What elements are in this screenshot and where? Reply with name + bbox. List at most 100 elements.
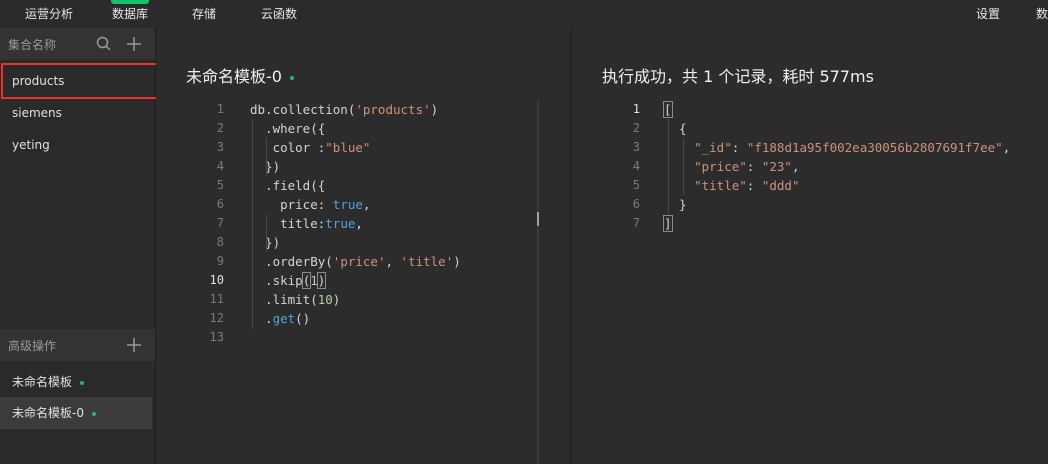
code-line: ]	[663, 214, 673, 233]
code-line: price: true,	[250, 195, 370, 214]
line-number: 9	[216, 254, 224, 268]
line-number: 6	[216, 197, 224, 211]
search-icon[interactable]	[95, 35, 113, 53]
code-line: db.collection('products')	[250, 100, 438, 119]
code-line: [	[663, 100, 673, 119]
line-number: 2	[632, 121, 640, 135]
line-number: 4	[216, 159, 224, 173]
line-number: 6	[632, 197, 640, 211]
code-token: .	[250, 311, 273, 326]
code-token: price:	[250, 197, 333, 212]
code-token: 'price'	[332, 254, 386, 269]
advanced-title: 高级操作	[8, 339, 57, 353]
editor-scrollbar[interactable]	[537, 100, 539, 464]
code-token: title:	[250, 216, 326, 231]
nav-settings[interactable]: 设置	[968, 0, 1008, 28]
code-token: "price"	[694, 159, 747, 174]
code-token: 1	[310, 273, 318, 288]
code-token: true	[332, 197, 363, 212]
code-token: .where({	[250, 121, 326, 136]
code-line: .limit(10)	[250, 290, 340, 309]
template-title: 未命名模板-0	[186, 67, 282, 86]
code-token: true	[325, 216, 356, 231]
result-pane: 执行成功，共 1 个记录，耗时 577ms 1[2 {3 "_id": "f18…	[572, 28, 1048, 464]
code-token: ]	[663, 215, 673, 232]
line-number: 1	[632, 102, 640, 116]
result-title: 执行成功，共 1 个记录，耗时 577ms	[602, 67, 874, 86]
nav-database[interactable]: 数据库	[104, 0, 156, 28]
line-number: 7	[632, 216, 640, 230]
query-editor-pane: 未命名模板-0 1 db.collection('products') 2 .whe…	[156, 28, 570, 464]
line-number: 10	[209, 273, 224, 287]
code-line: "price": "23",	[664, 157, 799, 176]
line-number: 5	[216, 178, 224, 192]
plus-icon[interactable]	[125, 35, 143, 53]
code-line: .skip(1)	[250, 271, 327, 290]
collection-item-products[interactable]: products	[0, 65, 152, 97]
nav-cloud-functions[interactable]: 云函数	[254, 0, 304, 28]
indent-guide	[683, 138, 684, 195]
code-token: :	[746, 178, 762, 193]
code-token: "blue"	[325, 140, 371, 155]
indent-guide	[668, 119, 669, 214]
advanced-header: 高级操作	[0, 329, 155, 361]
cursor-marker	[537, 212, 539, 226]
collections-header: 集合名称	[0, 28, 155, 60]
template-label: 未命名模板-0	[12, 406, 84, 420]
line-number: 13	[209, 330, 224, 344]
line-number: 2	[216, 121, 224, 135]
code-token: "f188d1a95f002ea30056b2807691f7ee"	[746, 140, 1003, 155]
top-nav: 运营分析 数据库 存储 云函数 设置 数	[0, 0, 1048, 29]
nav-analytics[interactable]: 运营分析	[18, 0, 80, 28]
code-token: .limit(	[250, 292, 318, 307]
code-token: )	[453, 254, 461, 269]
code-token: "ddd"	[761, 178, 800, 193]
template-item-selected[interactable]: 未命名模板-0	[0, 397, 152, 429]
code-line: color :"blue"	[250, 138, 371, 157]
nav-more[interactable]: 数	[1036, 0, 1048, 28]
code-line: .where({	[250, 119, 325, 138]
code-token: ,	[385, 254, 401, 269]
code-token: )	[316, 272, 327, 289]
code-token: )	[430, 102, 439, 117]
line-number: 1	[216, 102, 224, 116]
code-line: .field({	[250, 176, 325, 195]
code-token: .orderBy(	[250, 254, 333, 269]
code-token: get	[272, 311, 296, 326]
code-token: "title"	[694, 178, 747, 193]
code-token: ,	[1002, 140, 1011, 155]
code-token: db.collection(	[250, 102, 356, 117]
code-token: color :	[250, 140, 326, 155]
code-token: )	[332, 292, 341, 307]
status-dot	[80, 380, 85, 385]
template-item[interactable]: 未命名模板	[0, 366, 152, 398]
line-number: 3	[632, 140, 640, 154]
sidebar: 集合名称 products siemens yeting 高级操作 未命名模板 …	[0, 28, 156, 464]
code-token: :	[746, 159, 762, 174]
code-line: "_id": "f188d1a95f002ea30056b2807691f7ee…	[664, 138, 1010, 157]
code-token: "_id"	[694, 140, 732, 155]
indent-guide	[252, 119, 253, 329]
code-line: "title": "ddd"	[664, 176, 800, 195]
code-token: .field({	[250, 178, 326, 193]
nav-storage[interactable]: 存储	[184, 0, 224, 28]
collection-item-siemens[interactable]: siemens	[0, 97, 152, 129]
code-token: 'products'	[355, 102, 431, 117]
line-number: 7	[216, 216, 224, 230]
code-token: [	[663, 101, 673, 118]
code-line: .get()	[250, 309, 310, 328]
code-token: ,	[355, 216, 363, 231]
line-number: 11	[209, 292, 224, 306]
plus-icon[interactable]	[125, 336, 143, 354]
collection-item-yeting[interactable]: yeting	[0, 129, 152, 161]
collections-title: 集合名称	[8, 38, 57, 52]
indent-guide	[266, 138, 267, 176]
line-number: 3	[216, 140, 224, 154]
code-token: :	[731, 140, 747, 155]
code-token: "23"	[761, 159, 792, 174]
status-dot	[289, 75, 294, 80]
code-token: 'title'	[400, 254, 454, 269]
code-token: .skip	[250, 273, 303, 288]
code-token: 10	[317, 292, 333, 307]
code-token: ,	[362, 197, 371, 212]
